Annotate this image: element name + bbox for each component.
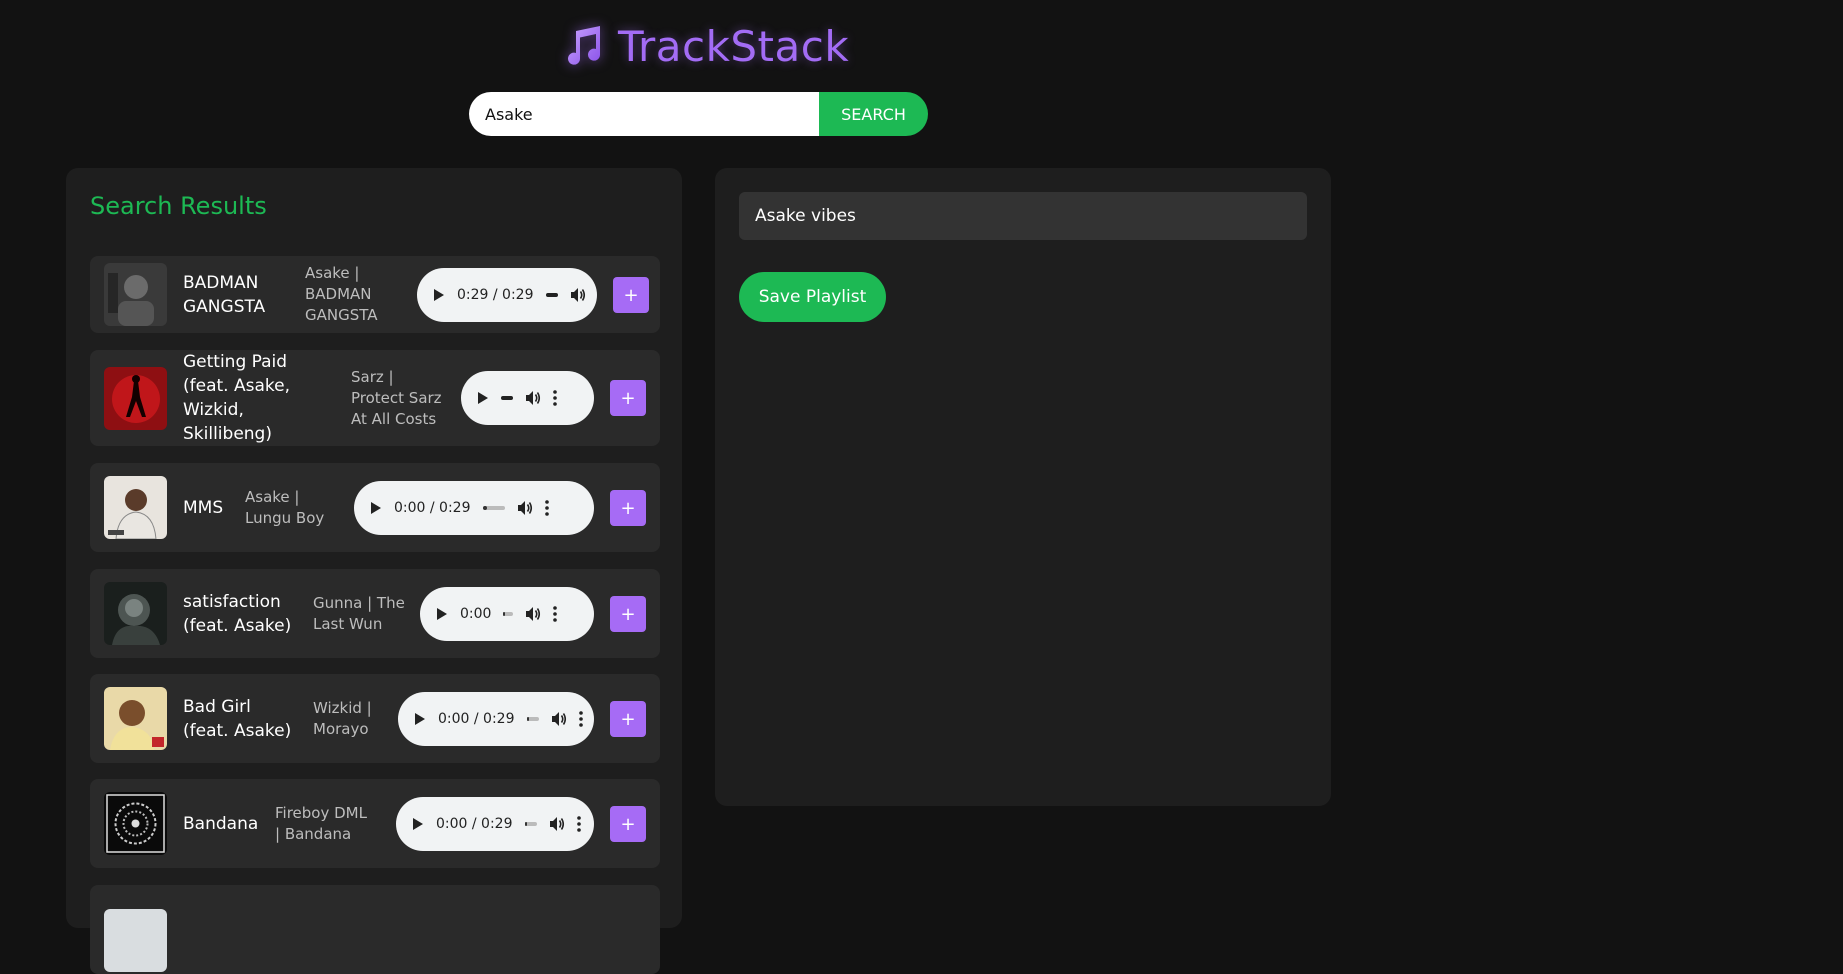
audio-player[interactable]: 0:00 (420, 586, 594, 641)
search-button[interactable]: SEARCH (819, 92, 928, 136)
volume-icon[interactable] (517, 500, 533, 516)
track-row: Bad Girl (feat. Asake) Wizkid | Morayo 0… (90, 674, 660, 763)
progress-fill (482, 505, 487, 510)
play-icon[interactable] (412, 817, 424, 831)
save-playlist-button[interactable]: Save Playlist (739, 272, 886, 322)
audio-player[interactable]: 0:00 / 0:29 (396, 796, 594, 851)
volume-icon[interactable] (549, 816, 565, 832)
more-options-icon[interactable] (578, 710, 583, 727)
more-options-icon[interactable] (553, 605, 558, 622)
progress-bar[interactable] (526, 716, 539, 721)
add-to-playlist-button[interactable]: + (610, 700, 646, 737)
track-row: Getting Paid (feat. Asake, Wizkid, Skill… (90, 350, 660, 446)
progress-icon[interactable] (545, 292, 558, 297)
play-icon[interactable] (370, 501, 382, 515)
audio-time: 0:00 / 0:29 (438, 710, 515, 727)
track-row: BADMAN GANGSTA Asake | BADMAN GANGSTA 0:… (90, 256, 660, 333)
track-title: Bandana (183, 813, 259, 834)
search-bar: SEARCH (469, 92, 928, 136)
progress-bar[interactable] (482, 505, 505, 510)
volume-icon[interactable] (551, 711, 567, 727)
search-results-title: Search Results (90, 192, 267, 220)
track-title: MMS (183, 497, 224, 518)
playlist-name-input[interactable] (739, 192, 1307, 240)
album-cover (104, 476, 167, 539)
more-options-icon[interactable] (576, 815, 581, 832)
track-meta: Gunna | The Last Wun (313, 593, 405, 633)
track-row: MMS Asake | Lungu Boy 0:00 / 0:29 + (90, 463, 660, 552)
album-cover (104, 582, 167, 645)
play-icon[interactable] (477, 391, 489, 405)
play-icon[interactable] (414, 712, 426, 726)
track-meta: Wizkid | Morayo (313, 698, 372, 738)
add-to-playlist-button[interactable]: + (610, 805, 646, 842)
audio-time: 0:00 (460, 605, 492, 622)
play-icon[interactable] (436, 607, 448, 621)
album-cover (104, 909, 167, 972)
track-title: satisfaction (feat. Asake) (183, 591, 292, 636)
audio-time: 0:00 / 0:29 (394, 499, 471, 516)
track-meta: Asake | Lungu Boy (245, 487, 325, 527)
audio-player[interactable]: 0:00 / 0:29 (354, 480, 594, 535)
progress-bar[interactable] (524, 821, 537, 826)
search-results-panel: Search Results BADMAN GANGSTA Asake | BA… (66, 168, 682, 974)
audio-player[interactable] (461, 371, 594, 425)
add-to-playlist-button[interactable]: + (610, 380, 646, 416)
track-meta: Sarz | Protect Sarz At All Costs (351, 367, 442, 428)
search-input[interactable] (469, 92, 819, 136)
audio-player[interactable]: 0:29 / 0:29 (417, 267, 597, 322)
volume-icon[interactable] (525, 390, 541, 406)
audio-time: 0:00 / 0:29 (436, 815, 513, 832)
app-header: TrackStack (560, 18, 849, 74)
album-cover (104, 366, 167, 430)
track-row (90, 885, 660, 974)
add-to-playlist-button[interactable]: + (613, 276, 649, 313)
audio-time: 0:29 / 0:29 (457, 286, 534, 303)
music-note-icon (568, 26, 600, 65)
track-title: Getting Paid (feat. Asake, Wizkid, Skill… (183, 352, 290, 444)
album-cover (104, 687, 167, 750)
progress-fill (524, 821, 527, 826)
volume-icon[interactable] (570, 287, 586, 303)
audio-player[interactable]: 0:00 / 0:29 (398, 691, 594, 746)
track-row: Bandana Fireboy DML | Bandana 0:00 / 0:2… (90, 779, 660, 868)
volume-icon[interactable] (525, 606, 541, 622)
track-title: BADMAN GANGSTA (183, 272, 266, 317)
playlist-panel: Save Playlist (715, 168, 1331, 806)
play-icon[interactable] (433, 288, 445, 302)
more-options-icon[interactable] (544, 499, 549, 516)
add-to-playlist-button[interactable]: + (610, 595, 646, 632)
album-cover (104, 792, 167, 855)
more-options-icon[interactable] (553, 390, 557, 406)
progress-bar[interactable] (503, 611, 514, 616)
track-meta: Fireboy DML | Bandana (275, 803, 367, 843)
progress-fill (526, 716, 529, 721)
progress-icon[interactable] (501, 396, 513, 400)
track-title: Bad Girl (feat. Asake) (183, 696, 292, 741)
progress-fill (503, 611, 506, 616)
track-row: satisfaction (feat. Asake) Gunna | The L… (90, 569, 660, 658)
app-title: TrackStack (618, 21, 850, 71)
add-to-playlist-button[interactable]: + (610, 489, 646, 526)
album-cover (104, 263, 167, 326)
track-meta: Asake | BADMAN GANGSTA (305, 264, 378, 324)
